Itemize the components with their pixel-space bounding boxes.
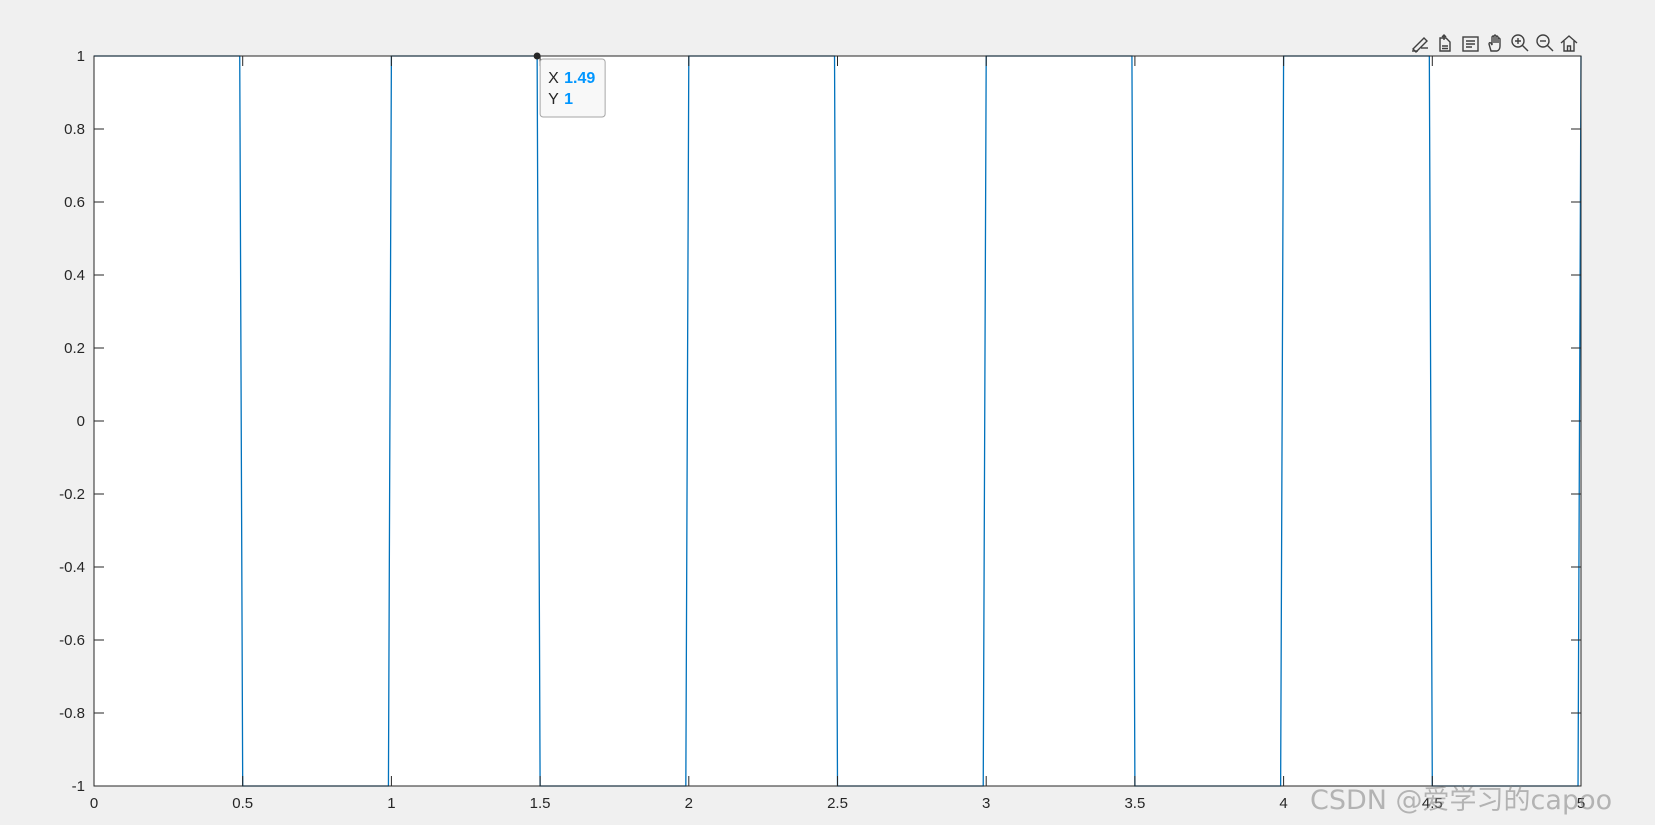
datatip-icon[interactable] [1460,33,1480,53]
axes-toolbar [1410,33,1579,53]
figure-canvas: 0 0.5 1 1.5 2 2.5 3 3.5 4 4.5 510.80.60.40.20-0.2-… [59,33,1585,812]
datatip-x-value: 1.49 [564,70,595,87]
y-tick-label: 0.6 [64,194,85,211]
y-tick-label: 0.2 [64,340,85,357]
datatip-marker[interactable] [533,52,541,60]
y-tick-label: -0.8 [59,705,85,722]
x-tick-label: 0.5 [232,795,253,812]
y-tick-label: 1 [77,48,85,65]
y-tick-label: 0.4 [64,267,85,284]
x-tick-label: 1 [387,795,395,812]
x-tick-label: 1.5 [530,795,551,812]
y-tick-label: -1 [72,778,85,795]
pan-hand-icon[interactable] [1485,33,1505,53]
y-tick-label: 0.8 [64,121,85,138]
x-tick-label: 0 [90,795,98,812]
datatip-box[interactable] [539,58,606,118]
brush-icon[interactable] [1410,33,1430,53]
x-tick-label: 3 [982,795,990,812]
datatip-y-value: 1 [564,91,573,108]
zoom-out-icon[interactable] [1535,33,1555,53]
export-icon[interactable] [1435,33,1455,53]
datatip-x-label: X [548,70,559,87]
datatip[interactable]: X 1.49 Y 1 [533,52,606,118]
home-icon[interactable] [1559,33,1579,53]
x-tick-label: 4 [1279,795,1287,812]
x-tick-label: 2 [685,795,693,812]
y-tick-label: -0.4 [59,559,85,576]
watermark: CSDN @爱学习的capoo [1310,785,1613,816]
x-tick-label: 3.5 [1124,795,1145,812]
zoom-in-icon[interactable] [1510,33,1530,53]
y-tick-label: -0.6 [59,632,85,649]
y-tick-label: -0.2 [59,486,85,503]
y-tick-label: 0 [77,413,85,430]
x-tick-label: 2.5 [827,795,848,812]
datatip-y-label: Y [548,91,559,108]
